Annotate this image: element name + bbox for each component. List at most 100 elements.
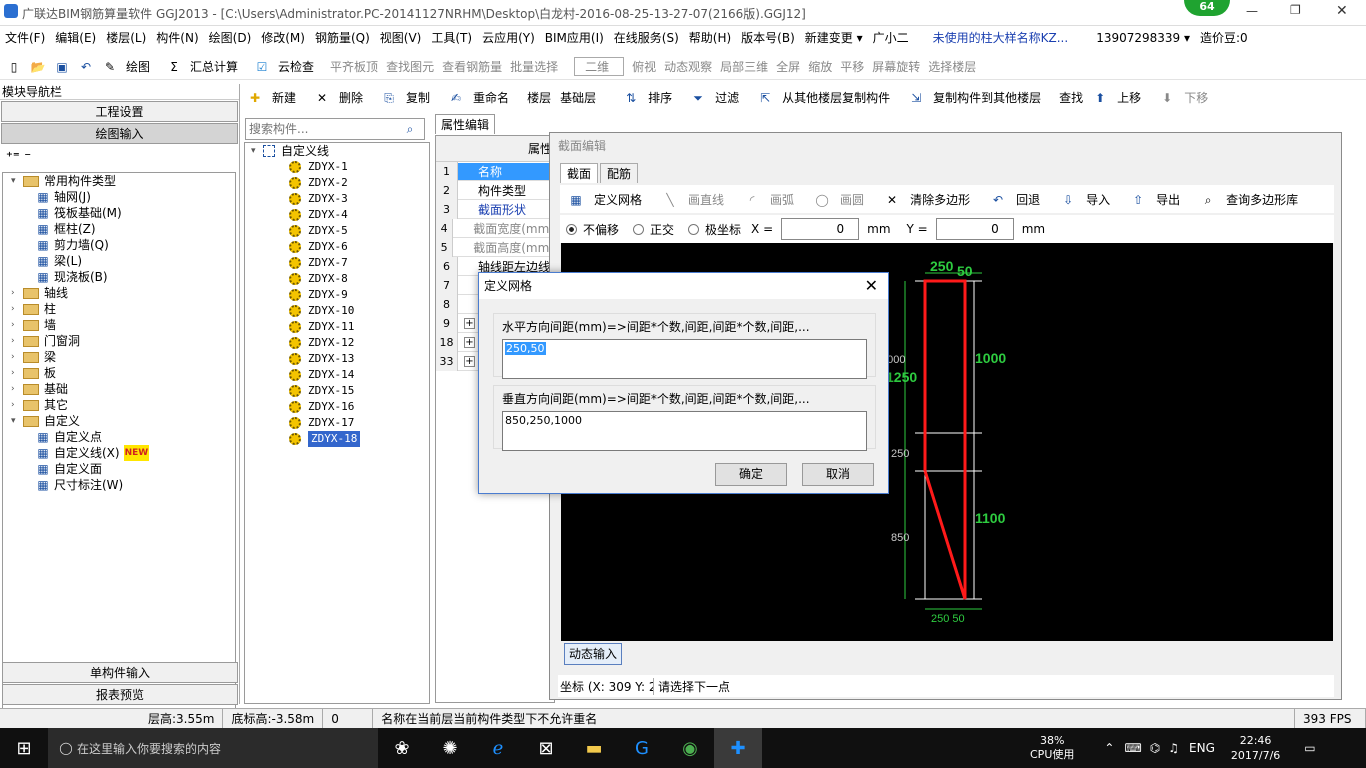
dynamic-input-button[interactable]: 动态输入: [564, 643, 622, 665]
tray-network-icon[interactable]: ⌬: [1150, 741, 1160, 755]
file-explorer-icon[interactable]: ▬: [570, 728, 618, 768]
component-item[interactable]: ZDYX-3: [245, 191, 429, 207]
sum-button[interactable]: Σ 汇总计算: [166, 58, 246, 75]
taskbar-search[interactable]: ◯ 在这里输入你要搜索的内容: [48, 728, 378, 768]
task-view-icon[interactable]: ❀: [378, 728, 426, 768]
nav-tree-item[interactable]: › 梁: [3, 349, 235, 365]
collapsed-icon[interactable]: ›: [11, 397, 23, 413]
expanded-icon[interactable]: ▾: [11, 413, 23, 429]
tab-rebar[interactable]: 配筋: [600, 163, 639, 183]
full-screen-button[interactable]: 全屏: [776, 58, 800, 75]
maximize-icon[interactable]: ❐: [1290, 3, 1301, 17]
component-item[interactable]: ZDYX-17: [245, 415, 429, 431]
filter-button[interactable]: ⏷ 过滤: [690, 86, 748, 110]
nav-tree-item[interactable]: › 门窗洞: [3, 333, 235, 349]
nav-tree-item[interactable]: › 墙: [3, 317, 235, 333]
component-item[interactable]: ZDYX-11: [245, 319, 429, 335]
ggj-active-icon[interactable]: ✚: [714, 728, 762, 768]
draw-arc-button[interactable]: ◜ 画弧: [744, 191, 804, 208]
property-row[interactable]: 5 截面高度(mm): [436, 237, 554, 257]
component-item[interactable]: ZDYX-5: [245, 223, 429, 239]
collapsed-icon[interactable]: ›: [11, 349, 23, 365]
collapsed-icon[interactable]: ›: [11, 317, 23, 333]
view-mode-select[interactable]: 二维: [574, 57, 625, 76]
menu-floor[interactable]: 楼层(L): [101, 26, 151, 50]
component-item[interactable]: ZDYX-2: [245, 175, 429, 191]
component-item[interactable]: ZDYX-9: [245, 287, 429, 303]
move-up-button[interactable]: ⬆ 上移: [1092, 86, 1150, 110]
ok-button[interactable]: 确定: [715, 463, 787, 486]
tray-keyboard-icon[interactable]: ⌨: [1124, 741, 1141, 755]
clear-polygon-button[interactable]: ✕ 清除多边形: [884, 191, 980, 208]
nav-tree-item[interactable]: › 轴线: [3, 285, 235, 301]
expand-collapse-icons[interactable]: ⁺⁼ ⁻: [6, 150, 31, 165]
close-icon[interactable]: ✕: [1336, 3, 1348, 19]
component-item[interactable]: ZDYX-10: [245, 303, 429, 319]
notice-link[interactable]: 未使用的柱大样名称KZ...: [928, 26, 1074, 50]
clock[interactable]: 22:46 2017/7/6: [1231, 733, 1280, 763]
windows-start-icon[interactable]: ⊞: [0, 728, 48, 768]
property-row[interactable]: 3 截面形状: [436, 199, 554, 219]
menu-bim[interactable]: BIM应用(I): [540, 26, 609, 50]
query-polygon-lib-button[interactable]: ⌕ 查询多边形库: [1200, 191, 1308, 208]
nav-tree-item[interactable]: ▦ 梁(L): [3, 253, 235, 269]
menu-component[interactable]: 构件(N): [151, 26, 203, 50]
undo-button[interactable]: ↶ 回退: [990, 191, 1050, 208]
new-file-icon[interactable]: ▯: [6, 59, 22, 75]
view-rebar-button[interactable]: 查看钢筋量: [442, 58, 502, 75]
tray-chevron-icon[interactable]: ⌃: [1104, 741, 1114, 755]
cloud-check-button[interactable]: ☑ 云检查: [254, 58, 322, 75]
minimize-icon[interactable]: —: [1246, 4, 1258, 18]
local-3d-button[interactable]: 局部三维: [720, 58, 768, 75]
batch-select-button[interactable]: 批量选择: [510, 58, 558, 75]
collapsed-icon[interactable]: ›: [11, 365, 23, 381]
move-down-button[interactable]: ⬇ 下移: [1159, 86, 1217, 110]
menu-help[interactable]: 帮助(H): [684, 26, 736, 50]
menu-rebar[interactable]: 钢筋量(Q): [310, 26, 375, 50]
export-button[interactable]: ⇧ 导出: [1130, 191, 1190, 208]
property-row[interactable]: 1 名称: [436, 161, 554, 181]
menu-edit[interactable]: 编辑(E): [50, 26, 101, 50]
nav-tree-item[interactable]: ▦ 框柱(Z): [3, 221, 235, 237]
component-item[interactable]: ZDYX-16: [245, 399, 429, 415]
screen-rotate-button[interactable]: 屏幕旋转: [872, 58, 920, 75]
component-item[interactable]: ZDYX-1: [245, 159, 429, 175]
select-floor-button[interactable]: 选择楼层: [928, 58, 976, 75]
define-grid-button[interactable]: ▦ 定义网格: [568, 191, 652, 208]
find-element-button[interactable]: 查找图元: [386, 58, 434, 75]
nav-tree-item[interactable]: ▾ 常用构件类型: [3, 173, 235, 189]
component-item[interactable]: ZDYX-12: [245, 335, 429, 351]
tab-property-edit[interactable]: 属性编辑: [435, 114, 495, 134]
search-input[interactable]: [246, 119, 402, 139]
component-item[interactable]: ZDYX-18: [245, 431, 429, 447]
draw-line-button[interactable]: ╲ 画直线: [662, 191, 734, 208]
nav-tree-item[interactable]: ▦ 尺寸标注(W): [3, 477, 235, 493]
dialog-close-icon[interactable]: ✕: [865, 273, 878, 299]
collapsed-icon[interactable]: ›: [11, 381, 23, 397]
property-row[interactable]: 2 构件类型: [436, 180, 554, 200]
tray-volume-icon[interactable]: ♫: [1168, 741, 1179, 755]
undo-icon[interactable]: ↶: [78, 59, 94, 75]
component-item[interactable]: ZDYX-7: [245, 255, 429, 271]
collapsed-icon[interactable]: ›: [11, 285, 23, 301]
open-folder-icon[interactable]: 📂: [30, 59, 46, 75]
nav-tree-item[interactable]: ▦ 筏板基础(M): [3, 205, 235, 221]
report-preview-button[interactable]: 报表预览: [2, 684, 238, 705]
nav-tree-item[interactable]: ▦ 自定义面: [3, 461, 235, 477]
delete-button[interactable]: ✕ 删除: [314, 86, 372, 110]
draw-circle-button[interactable]: ◯ 画圆: [814, 191, 874, 208]
rename-button[interactable]: ✍ 重命名: [448, 86, 518, 110]
green-app-icon[interactable]: ◉: [666, 728, 714, 768]
component-item[interactable]: ZDYX-15: [245, 383, 429, 399]
radio-no-offset[interactable]: [566, 223, 577, 235]
dynamic-view-button[interactable]: 动态观察: [664, 58, 712, 75]
collapsed-icon[interactable]: ›: [11, 333, 23, 349]
drawing-input-button[interactable]: 绘图输入: [1, 123, 238, 144]
nav-tree-item[interactable]: › 其它: [3, 397, 235, 413]
menu-assistant[interactable]: 广小二: [868, 26, 914, 50]
property-row[interactable]: 4 截面宽度(mm): [436, 218, 554, 238]
nav-tree-item[interactable]: ▦ 现浇板(B): [3, 269, 235, 285]
component-item[interactable]: ZDYX-14: [245, 367, 429, 383]
pan-button[interactable]: 平移: [840, 58, 864, 75]
save-icon[interactable]: ▣: [54, 59, 70, 75]
